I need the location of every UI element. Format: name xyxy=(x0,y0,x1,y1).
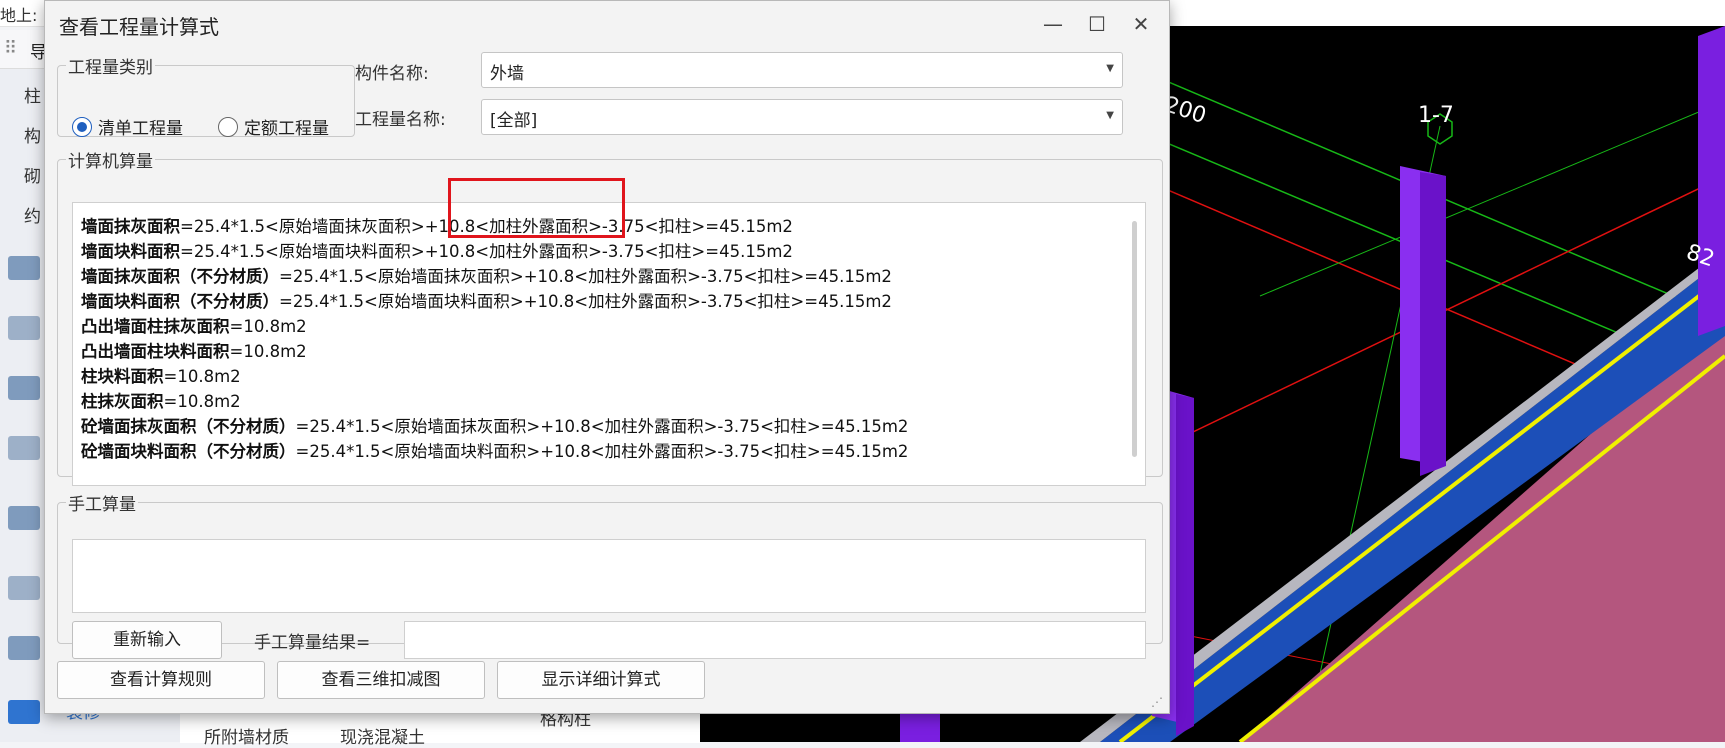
quantity-formula-dialog: 查看工程量计算式 — ☐ ✕ 工程量类别 清单工程量 定额工程量 构件名称: 外… xyxy=(44,0,1170,714)
formula-name: 墙面抹灰面积（不分材质） xyxy=(81,267,279,286)
formula-name: 砼墙面块料面积（不分材质） xyxy=(81,442,296,461)
quantity-type-legend: 工程量类别 xyxy=(68,58,153,78)
manual-calculation-group: 手工算量 重新输入 手工算量结果= xyxy=(57,490,1163,659)
formula-expression: =25.4*1.5<原始墙面抹灰面积>+10.8<加柱外露面积>-3.75<扣柱… xyxy=(279,267,892,286)
staircase-icon[interactable] xyxy=(8,636,40,660)
drag-grip-icon[interactable]: ⠿ xyxy=(4,38,17,59)
formula-line: 柱块料面积=10.8m2 xyxy=(81,363,241,387)
maximize-button[interactable]: ☐ xyxy=(1079,9,1115,39)
axis-label: 1-7 xyxy=(1418,103,1454,128)
view-3d-deduction-button[interactable]: 查看三维扣减图 xyxy=(277,661,485,699)
radio-bill-quantity[interactable]: 清单工程量 xyxy=(72,114,183,139)
component-name-label: 构件名称: xyxy=(355,64,429,84)
formula-name: 柱抹灰面积 xyxy=(81,392,164,411)
wall-icon[interactable] xyxy=(8,256,40,280)
floor-label: 地上: xyxy=(0,6,38,25)
manual-result-field[interactable] xyxy=(404,621,1146,659)
formula-line: 柱抹灰面积=10.8m2 xyxy=(81,388,241,412)
manual-result-label: 手工算量结果= xyxy=(254,633,371,653)
quantity-name-select[interactable]: [全部] ▼ xyxy=(481,99,1123,135)
view-calculation-rules-button[interactable]: 查看计算规则 xyxy=(57,661,265,699)
radio-checked-icon[interactable] xyxy=(72,116,92,137)
quantity-name-value: [全部] xyxy=(490,111,538,131)
radio-unchecked-icon[interactable] xyxy=(218,116,238,137)
show-detailed-formula-button[interactable]: 显示详细计算式 xyxy=(497,661,705,699)
top-toolbar-strip xyxy=(1160,0,1725,26)
formula-expression: =10.8m2 xyxy=(229,342,307,361)
quantity-name-label: 工程量名称: xyxy=(355,110,446,130)
vertical-scrollbar[interactable] xyxy=(1132,221,1137,457)
dialog-titlebar[interactable]: 查看工程量计算式 — ☐ ✕ xyxy=(45,1,1169,47)
nav-item-column[interactable]: 柱 xyxy=(24,82,41,107)
highlight-annotation-box xyxy=(448,178,625,238)
formula-line: 凸出墙面柱抹灰面积=10.8m2 xyxy=(81,313,307,337)
close-button[interactable]: ✕ xyxy=(1123,9,1159,39)
formula-expression: =25.4*1.5<原始墙面块料面积>+10.8<加柱外露面积>-3.75<扣柱… xyxy=(180,242,793,261)
formula-expression: =10.8m2 xyxy=(229,317,307,336)
formula-text-area[interactable]: 墙面抹灰面积 =25.4*1.5<原始墙面抹灰面积>+10.8<加柱外露面积>-3… xyxy=(72,202,1146,486)
nav-item-constraint[interactable]: 约 xyxy=(24,202,41,227)
door-window-icon[interactable] xyxy=(8,316,40,340)
formula-name: 墙面抹灰面积 xyxy=(81,217,180,236)
formula-line: 墙面抹灰面积=25.4*1.5<原始墙面抹灰面积>+10.8<加柱外露面积>-3… xyxy=(81,213,793,237)
foundation-icon[interactable] xyxy=(8,506,40,530)
formula-line: 砼墙面块料面积（不分材质）=25.4*1.5<原始墙面块料面积>+10.8<加柱… xyxy=(81,438,908,462)
formula-line: 凸出墙面柱块料面积=10.8m2 xyxy=(81,338,307,362)
slab-icon[interactable] xyxy=(8,436,40,460)
quantity-type-group: 工程量类别 清单工程量 定额工程量 xyxy=(57,53,355,139)
dialog-title: 查看工程量计算式 xyxy=(59,15,219,39)
component-name-select[interactable]: 外墙 ▼ xyxy=(481,52,1123,88)
property-name: 所附墙材质 xyxy=(204,728,289,748)
component-name-value: 外墙 xyxy=(490,64,524,84)
computer-calculation-legend: 计算机算量 xyxy=(68,152,153,172)
dropdown-arrow-icon[interactable]: ▼ xyxy=(1106,110,1114,121)
formula-name: 柱块料面积 xyxy=(81,367,164,386)
radio-quota-quantity[interactable]: 定额工程量 xyxy=(218,114,329,139)
resize-grip-icon[interactable]: ⋰ xyxy=(1151,695,1163,709)
decoration-icon[interactable] xyxy=(8,700,40,724)
formula-name: 墙面块料面积 xyxy=(81,242,180,261)
property-value[interactable]: 现浇混凝土 xyxy=(340,723,425,748)
manual-formula-input[interactable] xyxy=(72,539,1146,613)
formula-name: 凸出墙面柱抹灰面积 xyxy=(81,317,230,336)
stair-icon[interactable] xyxy=(8,576,40,600)
nav-item-component[interactable]: 构 xyxy=(24,122,41,147)
radio-quota-quantity-label: 定额工程量 xyxy=(244,119,329,139)
nav-item-masonry[interactable]: 砌 xyxy=(24,162,41,187)
formula-name: 凸出墙面柱块料面积 xyxy=(81,342,230,361)
formula-line: 墙面块料面积=25.4*1.5<原始墙面块料面积>+10.8<加柱外露面积>-3… xyxy=(81,238,793,262)
manual-calculation-legend: 手工算量 xyxy=(68,495,136,515)
formula-expression: =10.8m2 xyxy=(163,367,241,386)
dropdown-arrow-icon[interactable]: ▼ xyxy=(1106,63,1114,74)
formula-expression: =10.8m2 xyxy=(163,392,241,411)
radio-bill-quantity-label: 清单工程量 xyxy=(98,119,183,139)
minimize-button[interactable]: — xyxy=(1035,9,1071,39)
formula-line: 墙面抹灰面积（不分材质）=25.4*1.5<原始墙面抹灰面积>+10.8<加柱外… xyxy=(81,263,892,287)
reinput-button[interactable]: 重新输入 xyxy=(72,621,222,659)
formula-line: 砼墙面抹灰面积（不分材质）=25.4*1.5<原始墙面抹灰面积>+10.8<加柱… xyxy=(81,413,908,437)
formula-expression: =25.4*1.5<原始墙面抹灰面积>+10.8<加柱外露面积>-3.75<扣柱… xyxy=(295,417,909,436)
formula-name: 砼墙面抹灰面积（不分材质） xyxy=(81,417,296,436)
formula-line: 墙面块料面积（不分材质）=25.4*1.5<原始墙面块料面积>+10.8<加柱外… xyxy=(81,288,892,312)
formula-name: 墙面块料面积（不分材质） xyxy=(81,292,279,311)
formula-expression: =25.4*1.5<原始墙面块料面积>+10.8<加柱外露面积>-3.75<扣柱… xyxy=(279,292,892,311)
beam-icon[interactable] xyxy=(8,376,40,400)
formula-expression: =25.4*1.5<原始墙面块料面积>+10.8<加柱外露面积>-3.75<扣柱… xyxy=(295,442,909,461)
